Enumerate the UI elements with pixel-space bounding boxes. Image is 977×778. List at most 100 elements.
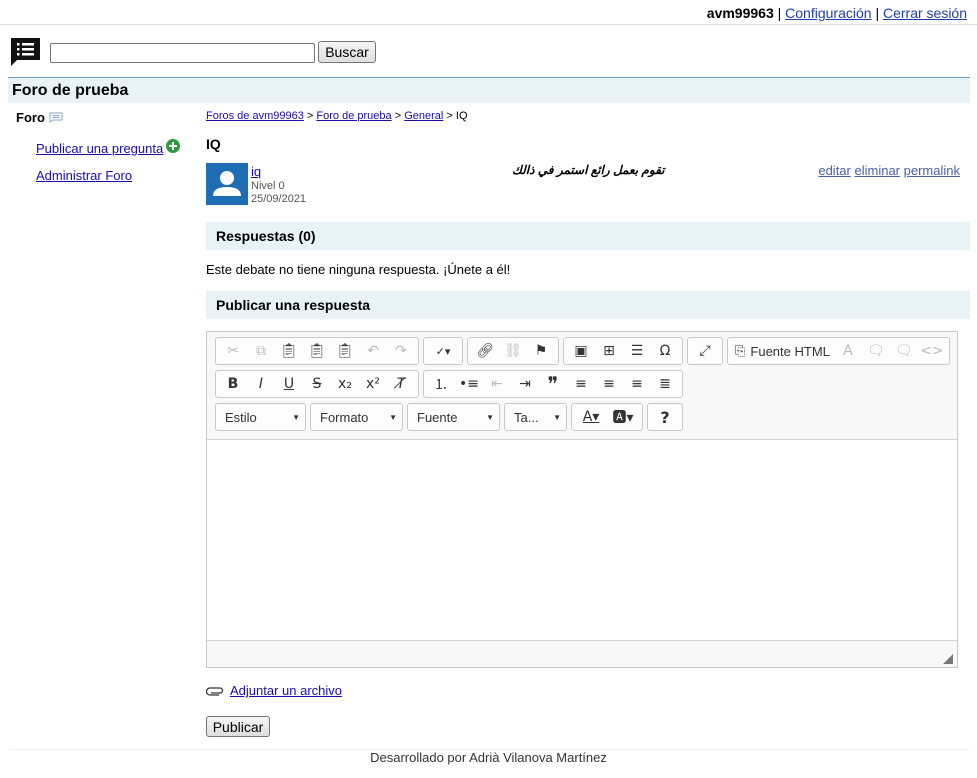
clipboard-group: ✂ ⧉ 📋︎ 📋︎ 📋︎ ↶ ↷ — [215, 337, 419, 365]
post-author-level: Nivel 0 — [251, 180, 285, 192]
separator: | — [875, 5, 880, 21]
link-group: 🔗︎ ⛓ ⚑ — [467, 337, 559, 365]
font-dropdown-label: Fuente — [417, 409, 458, 425]
toolbar-row-2: B I U S x₂ x² T̸ ⒈ •≡ ⇤ ⇥ ❞ ≡ ≡ ≡ ≣ — [215, 370, 683, 398]
basic-styles-group: B I U S x₂ x² T̸ — [215, 370, 419, 398]
comment-icon — [49, 112, 63, 123]
underline-icon[interactable]: U — [275, 372, 303, 396]
avatar[interactable] — [206, 163, 248, 205]
numbered-list-icon[interactable]: ⒈ — [427, 372, 455, 396]
reply-header-text: Publicar una respuesta — [216, 297, 371, 313]
search-input[interactable] — [50, 43, 315, 63]
clear-format-icon[interactable]: T̸ — [387, 372, 415, 396]
search-button[interactable]: Buscar — [318, 41, 376, 63]
bulleted-list-icon[interactable]: •≡ — [455, 372, 483, 396]
style-dropdown[interactable]: Estilo ▼ — [215, 403, 306, 431]
post-date: 25/09/2021 — [251, 193, 307, 205]
replies-header-text: Respuestas (0) — [216, 228, 316, 244]
editor-content-area[interactable] — [207, 439, 957, 641]
insert-group: ▣ ⊞ ☰ Ω — [563, 337, 683, 365]
sidebar-item-manage-forum[interactable]: Administrar Foro — [36, 168, 132, 183]
chevron-down-icon: ▼ — [389, 412, 397, 422]
align-center-icon[interactable]: ≡ — [595, 372, 623, 396]
special-char-icon[interactable]: Ω — [651, 339, 679, 363]
chevron-down-icon: ▼ — [553, 412, 561, 422]
bg-color-icon[interactable]: 🅰︎▾ — [607, 405, 639, 429]
permalink-link[interactable]: permalink — [904, 163, 960, 178]
code-icon[interactable]: <> — [918, 339, 946, 363]
settings-link[interactable]: Configuración — [785, 5, 871, 21]
size-dropdown[interactable]: Ta... ▼ — [504, 403, 567, 431]
format-dropdown[interactable]: Formato ▼ — [310, 403, 403, 431]
delete-link[interactable]: eliminar — [855, 163, 901, 178]
header-divider — [0, 24, 977, 25]
blockquote-icon[interactable]: ❞ — [539, 372, 567, 396]
image-icon[interactable]: ▣ — [567, 339, 595, 363]
colors-group: A▾ 🅰︎▾ — [571, 403, 643, 431]
post-author-link[interactable]: iq — [251, 164, 261, 179]
sidebar-title: Foro — [16, 110, 196, 125]
breadcrumb-category[interactable]: General — [404, 110, 443, 122]
unlink-icon[interactable]: ⛓ — [499, 339, 527, 363]
table-icon[interactable]: ⊞ — [595, 339, 623, 363]
subscript-icon[interactable]: x₂ — [331, 372, 359, 396]
align-left-icon[interactable]: ≡ — [567, 372, 595, 396]
anchor-flag-icon[interactable]: ⚑ — [527, 339, 555, 363]
spellcheck-icon[interactable]: ✓▾ — [427, 339, 459, 363]
bubble-icon[interactable]: 🗨︎ — [862, 339, 890, 363]
replies-header: Respuestas (0) — [206, 222, 970, 250]
align-right-icon[interactable]: ≡ — [623, 372, 651, 396]
remove-bubble-icon[interactable]: 🗨︎ — [890, 339, 918, 363]
edit-link[interactable]: editar — [818, 163, 851, 178]
paste-icon[interactable]: 📋︎ — [275, 339, 303, 363]
outdent-icon[interactable]: ⇤ — [483, 372, 511, 396]
link-icon[interactable]: 🔗︎ — [471, 339, 499, 363]
no-replies-text: Este debate no tiene ninguna respuesta. … — [206, 262, 511, 277]
forum-title-bar: Foro de prueba — [8, 77, 970, 103]
reply-header: Publicar una respuesta — [206, 291, 970, 319]
sidebar: Foro Publicar una pregunta Administrar F… — [16, 110, 196, 183]
post-actions: editar eliminar permalink — [818, 163, 960, 178]
main-content: Foros de avm99963 > Foro de prueba > Gen… — [206, 110, 970, 737]
copy-icon[interactable]: ⧉ — [247, 339, 275, 363]
source-button[interactable]: ⎘ Fuente HTML — [731, 339, 834, 363]
breadcrumb-forum[interactable]: Foro de prueba — [316, 110, 391, 122]
undo-icon[interactable]: ↶ — [359, 339, 387, 363]
forum-logo-icon[interactable] — [11, 38, 40, 66]
remove-format-icon[interactable]: A — [834, 339, 862, 363]
paste-text-icon[interactable]: 📋︎ — [303, 339, 331, 363]
font-dropdown[interactable]: Fuente ▼ — [407, 403, 500, 431]
maximize-icon[interactable]: ⤢ — [691, 339, 719, 363]
horizontal-line-icon[interactable]: ☰ — [623, 339, 651, 363]
indent-icon[interactable]: ⇥ — [511, 372, 539, 396]
strikethrough-icon[interactable]: S — [303, 372, 331, 396]
text-color-icon[interactable]: A▾ — [575, 405, 607, 429]
paste-word-icon[interactable]: 📋︎ — [331, 339, 359, 363]
breadcrumb-forums[interactable]: Foros de avm99963 — [206, 110, 304, 122]
redo-icon[interactable]: ↷ — [387, 339, 415, 363]
superscript-icon[interactable]: x² — [359, 372, 387, 396]
cut-icon[interactable]: ✂ — [219, 339, 247, 363]
maximize-group: ⤢ — [687, 337, 723, 365]
add-icon[interactable] — [166, 139, 180, 153]
chevron-down-icon: ▼ — [486, 412, 494, 422]
source-group: ⎘ Fuente HTML A 🗨︎ 🗨︎ <> — [727, 337, 950, 365]
username: avm99963 — [706, 5, 774, 21]
format-dropdown-label: Formato — [320, 409, 369, 425]
attach-file-link[interactable]: Adjuntar un archivo — [230, 683, 342, 698]
forum-title: Foro de prueba — [12, 82, 129, 99]
source-icon: ⎘ — [735, 343, 746, 358]
bold-icon[interactable]: B — [219, 372, 247, 396]
sidebar-title-text: Foro — [16, 110, 45, 125]
source-button-label: Fuente HTML — [750, 343, 830, 359]
publish-button[interactable]: Publicar — [206, 716, 270, 737]
italic-icon[interactable]: I — [247, 372, 275, 396]
sidebar-item-ask-question[interactable]: Publicar una pregunta — [36, 141, 163, 156]
user-icon — [213, 171, 241, 196]
resize-handle-icon[interactable] — [943, 654, 953, 664]
attach-file: Adjuntar un archivo — [206, 683, 342, 698]
help-icon[interactable]: ? — [651, 405, 679, 429]
align-justify-icon[interactable]: ≣ — [651, 372, 679, 396]
logout-link[interactable]: Cerrar sesión — [883, 5, 967, 21]
style-dropdown-label: Estilo — [225, 409, 257, 425]
